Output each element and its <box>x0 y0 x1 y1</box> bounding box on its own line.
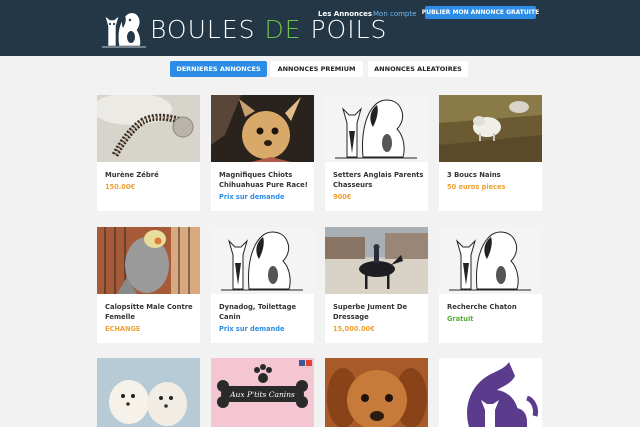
publish-ad-button[interactable]: PUBLIER MON ANNONCE GRATUITE <box>422 6 539 19</box>
listing-card[interactable] <box>439 358 542 427</box>
listing-image[interactable]: Aux P'tits Canins <box>211 358 314 427</box>
cat-dog-placeholder-icon <box>211 227 314 294</box>
listing-card[interactable]: Dynadog, Toilettage Canin Prix sur deman… <box>211 227 314 343</box>
listing-image[interactable] <box>439 358 542 427</box>
listing-image[interactable] <box>439 227 542 294</box>
nav-mon-compte[interactable]: Mon compte <box>373 10 416 18</box>
listing-title[interactable]: Recherche Chaton <box>447 302 539 312</box>
logo-wordmark: BOULES DE POILS <box>150 15 388 44</box>
listing-card[interactable]: Recherche Chaton Gratuit <box>439 227 542 343</box>
listing-price: ECHANGE <box>105 325 141 333</box>
listing-card[interactable]: Murène Zébré 150.00€ <box>97 95 200 211</box>
listing-price: 900€ <box>333 193 352 201</box>
tab-annonces-premium[interactable]: ANNONCES PREMIUM <box>270 61 363 77</box>
listing-image[interactable] <box>97 358 200 427</box>
listing-title[interactable]: Calopsitte Male Contre Femelle <box>105 302 197 322</box>
listing-price: 50 euros pieces <box>447 183 506 191</box>
listing-card[interactable]: Setters Anglais Parents Chasseurs 900€ <box>325 95 428 211</box>
listing-title[interactable]: Dynadog, Toilettage Canin <box>219 302 311 322</box>
listing-card[interactable] <box>97 358 200 427</box>
listing-card[interactable]: Calopsitte Male Contre Femelle ECHANGE <box>97 227 200 343</box>
tab-dernieres-annonces[interactable]: DERNIERES ANNONCES <box>170 61 267 77</box>
cat-dog-placeholder-icon <box>325 95 428 162</box>
cat-dog-placeholder-icon <box>439 227 542 294</box>
banner-text: Aux P'tits Canins <box>229 390 295 399</box>
listing-image[interactable] <box>97 227 200 294</box>
listing-title[interactable]: Superbe Jument De Dressage <box>333 302 425 322</box>
listing-title[interactable]: 3 Boucs Nains <box>447 170 539 180</box>
nav-les-annonces[interactable]: Les Annonces <box>318 10 372 18</box>
listing-image[interactable] <box>325 358 428 427</box>
listing-title[interactable]: Murène Zébré <box>105 170 197 180</box>
listing-image[interactable] <box>97 95 200 162</box>
listing-price: 15,000.00€ <box>333 325 375 333</box>
listing-card[interactable]: 3 Boucs Nains 50 euros pieces <box>439 95 542 211</box>
listing-card[interactable]: Magnifiques Chiots Chihuahuas Pure Race!… <box>211 95 314 211</box>
listing-image[interactable] <box>325 95 428 162</box>
site-header: BOULES DE POILS Les Annonces Mon compte … <box>0 0 640 56</box>
purple-cat-logo-icon <box>439 358 542 427</box>
listing-image[interactable] <box>211 227 314 294</box>
listing-image[interactable] <box>439 95 542 162</box>
listing-title[interactable]: Setters Anglais Parents Chasseurs <box>333 170 425 190</box>
tab-annonces-aleatoires[interactable]: ANNONCES ALEATOIRES <box>368 61 468 77</box>
listing-title[interactable]: Magnifiques Chiots Chihuahuas Pure Race! <box>219 170 311 190</box>
listing-image[interactable] <box>325 227 428 294</box>
cat-dog-logo-icon <box>102 12 146 48</box>
listing-price: 150.00€ <box>105 183 136 191</box>
listing-price: Gratuit <box>447 315 474 323</box>
listing-card[interactable] <box>325 358 428 427</box>
listing-image[interactable] <box>211 95 314 162</box>
listing-price: Prix sur demande <box>219 325 285 333</box>
site-logo[interactable]: BOULES DE POILS <box>100 6 386 48</box>
listing-card[interactable]: Aux P'tits Canins <box>211 358 314 427</box>
listing-card[interactable]: Superbe Jument De Dressage 15,000.00€ <box>325 227 428 343</box>
listing-price: Prix sur demande <box>219 193 285 201</box>
